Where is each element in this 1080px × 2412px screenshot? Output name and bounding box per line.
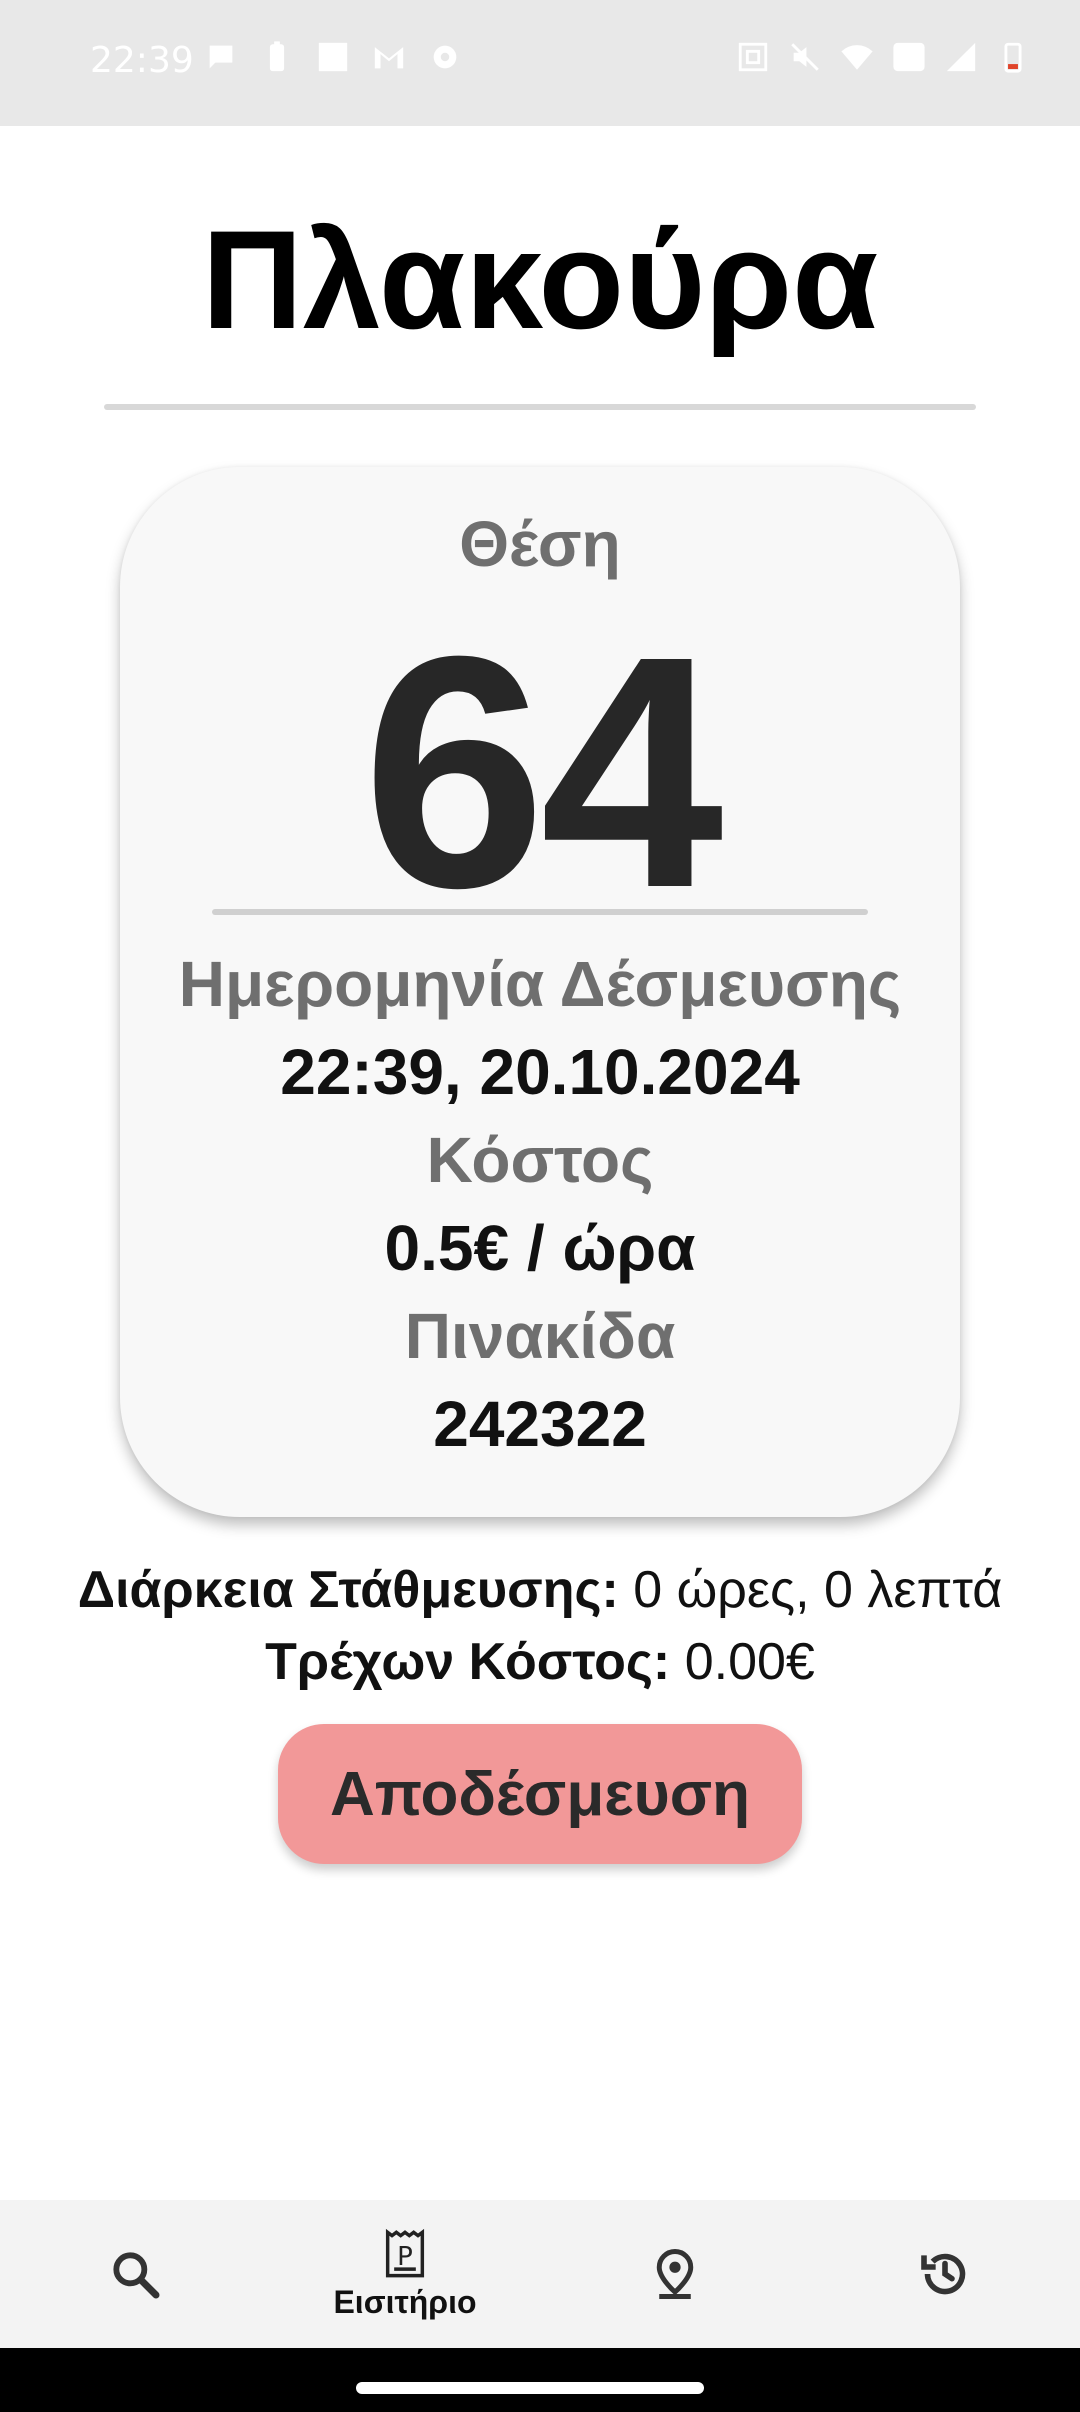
bottom-navigation: P Εισιτήριο <box>0 2200 1080 2348</box>
search-icon <box>113 2252 160 2299</box>
wifi-icon <box>841 45 873 70</box>
card-divider <box>212 909 868 915</box>
nav-item-search[interactable] <box>0 2200 270 2348</box>
gmail-icon <box>374 47 404 69</box>
reservation-date-value: 22:39, 20.10.2024 <box>280 1036 800 1108</box>
cost-label: Κόστος <box>426 1124 654 1196</box>
ticket-card: Θέση 64 Ημερομηνία Δέσμευσης 22:39, 20.1… <box>120 467 960 1517</box>
system-nav-bar <box>0 2348 1080 2412</box>
page-title: Πλακούρα <box>201 201 879 358</box>
plate-value: 242322 <box>433 1388 647 1460</box>
spot-number: 64 <box>362 587 723 956</box>
status-left-icons <box>204 40 462 74</box>
mute-icon <box>791 43 819 71</box>
settings-gear-icon <box>433 45 457 69</box>
status-bar: 22:39 <box>0 0 1080 126</box>
release-button[interactable]: Αποδέσμευση <box>278 1724 802 1864</box>
status-right-icons <box>736 40 1030 74</box>
square-notification-icon <box>318 42 348 72</box>
spot-label: Θέση <box>459 508 621 580</box>
nav-item-ticket[interactable]: P Εισιτήριο <box>270 2200 540 2348</box>
chat-bubble-icon <box>209 45 233 69</box>
title-divider <box>104 404 976 410</box>
battery-low-icon <box>1004 42 1022 73</box>
cost-value: 0.5€ / ώρα <box>384 1212 696 1284</box>
location-pin-icon <box>656 2249 694 2299</box>
parking-ticket-icon: P <box>385 2228 425 2277</box>
nfc-icon <box>738 42 768 72</box>
parking-duration: Διάρκεια Στάθμευσης: 0 ώρες, 0 λεπτά <box>0 1560 1080 1620</box>
nav-label-ticket: Εισιτήριο <box>333 2283 477 2320</box>
svg-text:P: P <box>397 2241 413 2271</box>
signal-icon <box>946 42 976 72</box>
current-cost: Τρέχων Κόστος: 0.00€ <box>0 1632 1080 1692</box>
home-gesture-handle[interactable] <box>356 2382 704 2394</box>
duration-value: 0 ώρες, 0 λεπτά <box>633 1561 1003 1619</box>
duration-label: Διάρκεια Στάθμευσης: <box>77 1561 619 1619</box>
reservation-date-label: Ημερομηνία Δέσμευσης <box>178 948 902 1020</box>
nav-item-history[interactable] <box>810 2200 1080 2348</box>
current-cost-value: 0.00€ <box>684 1633 815 1691</box>
status-time: 22:39 <box>90 40 194 81</box>
plate-label: Πινακίδα <box>404 1300 676 1372</box>
nav-item-location[interactable] <box>540 2200 810 2348</box>
lte-icon <box>893 42 925 72</box>
current-cost-label: Τρέχων Κόστος: <box>265 1633 671 1691</box>
history-icon <box>921 2253 966 2295</box>
battery-saver-icon <box>269 41 285 72</box>
